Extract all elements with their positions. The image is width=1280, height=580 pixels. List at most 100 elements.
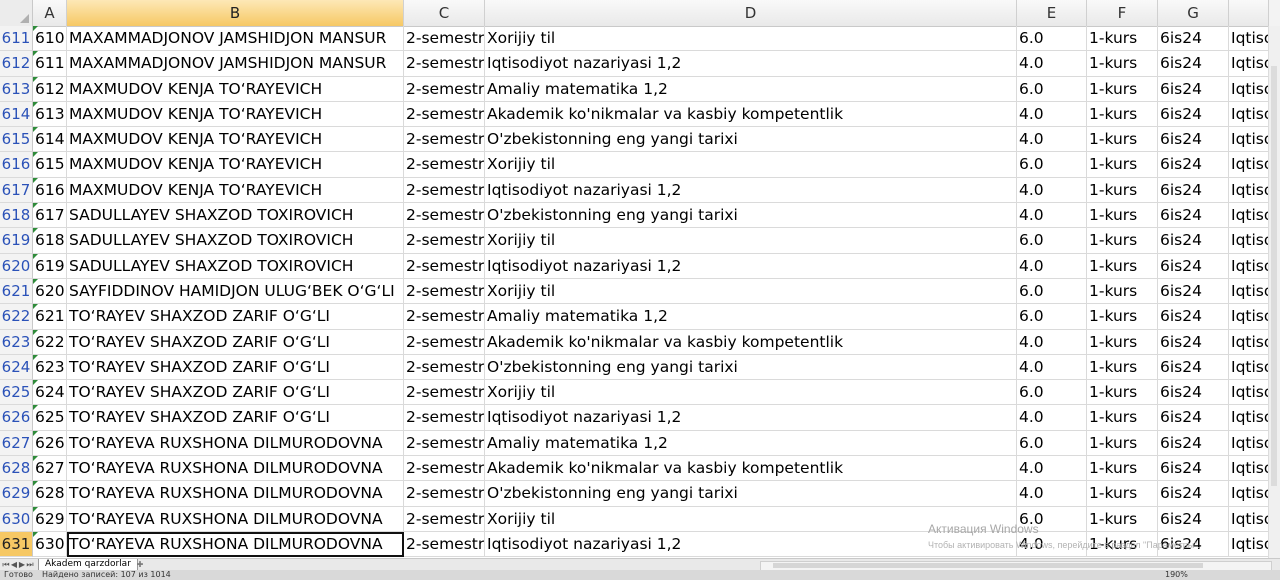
cell-a[interactable]: 615	[33, 152, 67, 178]
cell-h[interactable]: Iqtiso	[1229, 127, 1269, 153]
cell-d[interactable]: Iqtisodiyot nazariyasi 1,2	[485, 405, 1017, 431]
cell-a[interactable]: 610	[33, 26, 67, 52]
row-number[interactable]: 625	[0, 380, 33, 406]
cell-a[interactable]: 630	[33, 531, 67, 558]
cell-h[interactable]: Iqtiso	[1229, 278, 1269, 305]
cell-a[interactable]: 618	[33, 228, 67, 254]
cell-f[interactable]: 1-kurs	[1087, 177, 1158, 204]
cell-a[interactable]: 622	[33, 329, 67, 355]
vertical-scroll-thumb[interactable]	[1271, 66, 1277, 486]
row-number[interactable]: 627	[0, 430, 33, 457]
cell-b[interactable]: TO‘RAYEVA RUXSHONA DILMURODOVNA	[67, 430, 404, 457]
column-header-c[interactable]: C	[404, 0, 485, 26]
cell-h[interactable]: Iqtiso	[1229, 177, 1269, 204]
cell-h[interactable]: Iqtiso	[1229, 405, 1269, 431]
cell-c[interactable]: 2-semestr	[404, 430, 485, 457]
cell-b[interactable]: TO‘RAYEVA RUXSHONA DILMURODOVNA	[67, 531, 404, 558]
cell-f[interactable]: 1-kurs	[1087, 51, 1158, 77]
row-number[interactable]: 631	[0, 531, 33, 558]
cell-b[interactable]: SAYFIDDINOV HAMIDJON ULUG‘BEK O‘G‘LI	[67, 278, 404, 305]
column-header-g[interactable]: G	[1158, 0, 1229, 26]
cell-b[interactable]: TO‘RAYEV SHAXZOD ZARIF O‘G‘LI	[67, 304, 404, 330]
cell-a[interactable]: 624	[33, 380, 67, 406]
cell-f[interactable]: 1-kurs	[1087, 380, 1158, 406]
cell-d[interactable]: Xorijiy til	[485, 26, 1017, 52]
column-header-h[interactable]	[1229, 0, 1269, 26]
cell-g[interactable]: 6is24	[1158, 101, 1229, 128]
cell-h[interactable]: Iqtiso	[1229, 51, 1269, 77]
cell-e[interactable]: 4.0	[1017, 203, 1087, 229]
cell-d[interactable]: Amaliy matematika 1,2	[485, 76, 1017, 102]
cell-g[interactable]: 6is24	[1158, 354, 1229, 381]
vertical-scrollbar[interactable]	[1268, 26, 1280, 558]
row-number[interactable]: 612	[0, 51, 33, 77]
cell-e[interactable]: 6.0	[1017, 76, 1087, 102]
cell-b[interactable]: TO‘RAYEV SHAXZOD ZARIF O‘G‘LI	[67, 354, 404, 381]
cell-b[interactable]: MAXMUDOV KENJA TO‘RAYEVICH	[67, 76, 404, 102]
column-header-d[interactable]: D	[485, 0, 1017, 26]
cell-e[interactable]: 4.0	[1017, 101, 1087, 128]
cell-c[interactable]: 2-semestr	[404, 456, 485, 482]
cell-f[interactable]: 1-kurs	[1087, 304, 1158, 330]
cell-b[interactable]: TO‘RAYEV SHAXZOD ZARIF O‘G‘LI	[67, 405, 404, 431]
cell-g[interactable]: 6is24	[1158, 127, 1229, 153]
cell-a[interactable]: 619	[33, 253, 67, 279]
cell-c[interactable]: 2-semestr	[404, 253, 485, 279]
cell-g[interactable]: 6is24	[1158, 228, 1229, 254]
zoom-level[interactable]: 190%	[1165, 570, 1188, 580]
cell-c[interactable]: 2-semestr	[404, 228, 485, 254]
row-number[interactable]: 613	[0, 76, 33, 102]
cell-a[interactable]: 617	[33, 203, 67, 229]
cell-b[interactable]: MAXMUDOV KENJA TO‘RAYEVICH	[67, 101, 404, 128]
cell-h[interactable]: Iqtiso	[1229, 481, 1269, 507]
row-number[interactable]: 626	[0, 405, 33, 431]
cell-h[interactable]: Iqtiso	[1229, 253, 1269, 279]
cell-d[interactable]: Iqtisodiyot nazariyasi 1,2	[485, 177, 1017, 204]
cell-g[interactable]: 6is24	[1158, 329, 1229, 355]
cell-g[interactable]: 6is24	[1158, 278, 1229, 305]
cell-e[interactable]: 6.0	[1017, 380, 1087, 406]
cell-h[interactable]: Iqtiso	[1229, 506, 1269, 532]
cell-g[interactable]: 6is24	[1158, 481, 1229, 507]
row-number[interactable]: 624	[0, 354, 33, 381]
cell-d[interactable]: Akademik ko'nikmalar va kasbiy kompetent…	[485, 329, 1017, 355]
cell-b[interactable]: SADULLAYEV SHAXZOD TOXIROVICH	[67, 228, 404, 254]
cell-h[interactable]: Iqtiso	[1229, 354, 1269, 381]
cell-d[interactable]: Xorijiy til	[485, 278, 1017, 305]
column-header-b[interactable]: B	[67, 0, 404, 26]
cell-g[interactable]: 6is24	[1158, 405, 1229, 431]
cell-b[interactable]: TO‘RAYEVA RUXSHONA DILMURODOVNA	[67, 456, 404, 482]
row-number[interactable]: 620	[0, 253, 33, 279]
cell-c[interactable]: 2-semestr	[404, 481, 485, 507]
cell-e[interactable]: 4.0	[1017, 51, 1087, 77]
column-header-f[interactable]: F	[1087, 0, 1158, 26]
cell-b[interactable]: MAXAMMADJONOV JAMSHIDJON MANSUR	[67, 51, 404, 77]
cell-f[interactable]: 1-kurs	[1087, 354, 1158, 381]
cell-b[interactable]: MAXMUDOV KENJA TO‘RAYEVICH	[67, 152, 404, 178]
cell-e[interactable]: 6.0	[1017, 278, 1087, 305]
cell-h[interactable]: Iqtiso	[1229, 101, 1269, 128]
cell-h[interactable]: Iqtiso	[1229, 430, 1269, 457]
cell-h[interactable]: Iqtiso	[1229, 304, 1269, 330]
cell-c[interactable]: 2-semestr	[404, 152, 485, 178]
cell-c[interactable]: 2-semestr	[404, 177, 485, 204]
cell-h[interactable]: Iqtiso	[1229, 380, 1269, 406]
cell-b[interactable]: TO‘RAYEVA RUXSHONA DILMURODOVNA	[67, 506, 404, 532]
column-header-e[interactable]: E	[1017, 0, 1087, 26]
cell-b[interactable]: MAXMUDOV KENJA TO‘RAYEVICH	[67, 127, 404, 153]
row-number[interactable]: 630	[0, 506, 33, 532]
spreadsheet-grid[interactable]: A B C D E F G 611 610 MAXAMMADJONOV JAMSHI…	[0, 0, 1280, 558]
cell-d[interactable]: Xorijiy til	[485, 152, 1017, 178]
cell-a[interactable]: 614	[33, 127, 67, 153]
cell-h[interactable]: Iqtiso	[1229, 26, 1269, 52]
cell-h[interactable]: Iqtiso	[1229, 228, 1269, 254]
cell-g[interactable]: 6is24	[1158, 26, 1229, 52]
cell-g[interactable]: 6is24	[1158, 152, 1229, 178]
row-number[interactable]: 616	[0, 152, 33, 178]
cell-a[interactable]: 623	[33, 354, 67, 381]
cell-c[interactable]: 2-semestr	[404, 101, 485, 128]
cell-d[interactable]: Akademik ko'nikmalar va kasbiy kompetent…	[485, 101, 1017, 128]
cell-g[interactable]: 6is24	[1158, 380, 1229, 406]
cell-d[interactable]: Iqtisodiyot nazariyasi 1,2	[485, 51, 1017, 77]
cell-a[interactable]: 612	[33, 76, 67, 102]
